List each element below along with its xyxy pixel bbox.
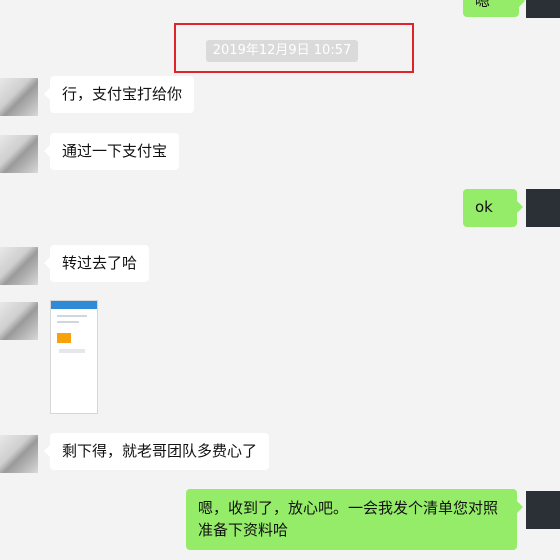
message-text: 剩下得，就老哥团队多费心了 <box>62 442 258 460</box>
message-bubble[interactable]: 行，支付宝打给你 <box>43 76 195 113</box>
message-text: 嗯，收到了，放心吧。一会我发个清单您对照准备下资料哈 <box>198 499 499 539</box>
message-bubble[interactable]: 嗯 <box>463 0 525 17</box>
avatar-contact[interactable] <box>0 78 38 116</box>
avatar-contact[interactable] <box>0 135 38 173</box>
message-text: 嗯 <box>475 0 491 10</box>
message-text: ok <box>475 198 493 216</box>
highlight-box <box>174 23 414 73</box>
message-text: 通过一下支付宝 <box>62 142 168 160</box>
thumbnail-header-bar <box>51 301 97 309</box>
thumbnail-warning-block <box>57 333 71 343</box>
image-thumbnail[interactable] <box>50 300 98 414</box>
message-text: 行，支付宝打给你 <box>62 85 183 103</box>
avatar-self[interactable] <box>526 491 560 529</box>
message-bubble[interactable]: 嗯，收到了，放心吧。一会我发个清单您对照准备下资料哈 <box>186 489 523 550</box>
avatar-contact[interactable] <box>0 435 38 473</box>
thumbnail-line <box>57 321 79 323</box>
avatar-contact[interactable] <box>0 302 38 340</box>
thumbnail-line <box>57 315 87 317</box>
avatar-contact[interactable] <box>0 247 38 285</box>
avatar-self[interactable] <box>526 0 560 18</box>
avatar-self[interactable] <box>526 189 560 227</box>
message-bubble[interactable]: ok <box>463 189 523 227</box>
message-bubble[interactable]: 剩下得，就老哥团队多费心了 <box>43 433 270 470</box>
message-bubble[interactable]: 通过一下支付宝 <box>43 133 180 170</box>
message-bubble[interactable]: 转过去了哈 <box>43 245 150 282</box>
thumbnail-block <box>59 349 85 353</box>
message-text: 转过去了哈 <box>62 254 138 272</box>
